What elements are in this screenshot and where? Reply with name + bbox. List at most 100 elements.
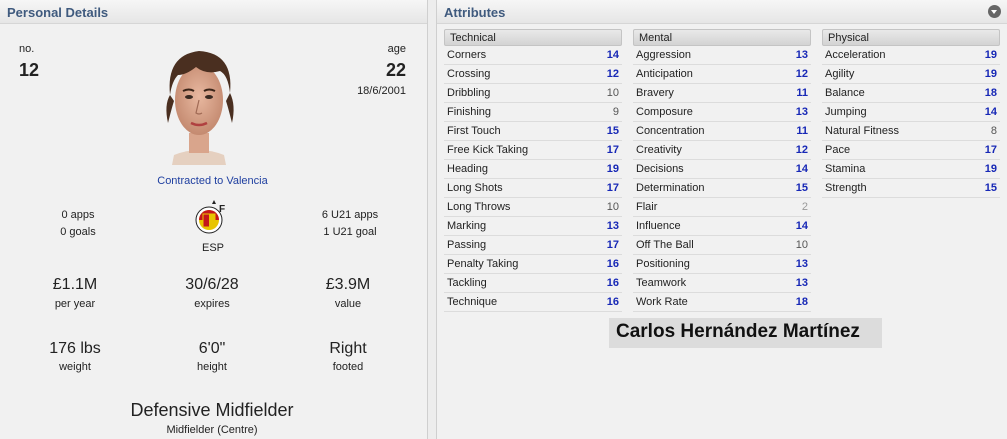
wage-label: per year xyxy=(54,298,96,310)
attribute-row[interactable]: Free Kick Taking 17 xyxy=(444,141,622,160)
attribute-row[interactable]: Influence 14 xyxy=(633,217,811,236)
attribute-name: Off The Ball xyxy=(636,239,694,251)
attribute-row[interactable]: Acceleration 19 xyxy=(822,46,1000,65)
attribute-name: Determination xyxy=(636,182,705,194)
attribute-row[interactable]: Heading 19 xyxy=(444,160,622,179)
age-label: age xyxy=(387,43,406,55)
position-detail: Midfielder (Centre) xyxy=(166,424,258,436)
attribute-value: 12 xyxy=(606,68,619,80)
preferred-foot-value: Right xyxy=(329,340,367,357)
attribute-name: Tackling xyxy=(447,277,487,289)
attribute-row[interactable]: Long Throws 10 xyxy=(444,198,622,217)
attribute-value: 15 xyxy=(984,182,997,194)
attribute-value: 13 xyxy=(606,220,619,232)
attribute-value: 12 xyxy=(795,68,808,80)
attribute-name: Strength xyxy=(825,182,867,194)
attribute-row[interactable]: Concentration 11 xyxy=(633,122,811,141)
attribute-row[interactable]: Stamina 19 xyxy=(822,160,1000,179)
attribute-row[interactable]: Agility 19 xyxy=(822,65,1000,84)
attribute-row[interactable]: Composure 13 xyxy=(633,103,811,122)
attribute-value: 18 xyxy=(984,87,997,99)
attribute-value: 13 xyxy=(795,106,808,118)
weight-label: weight xyxy=(59,361,91,373)
attribute-row[interactable]: Aggression 13 xyxy=(633,46,811,65)
panel-menu-dropdown-icon[interactable] xyxy=(988,5,1001,18)
attribute-value: 14 xyxy=(984,106,997,118)
physical-attributes: Physical Acceleration 19 Agility 19 Balance 1… xyxy=(822,29,1000,198)
mental-attributes: Mental Aggression 13 Anticipation 12 Bravery… xyxy=(633,29,811,312)
panel-title: Attributes xyxy=(444,5,506,20)
attribute-name: Positioning xyxy=(636,258,690,270)
attribute-row[interactable]: Teamwork 13 xyxy=(633,274,811,293)
national-team-badge-icon[interactable]: F xyxy=(192,200,234,242)
attribute-row[interactable]: Penalty Taking 16 xyxy=(444,255,622,274)
attribute-name: Teamwork xyxy=(636,277,687,289)
attribute-value: 13 xyxy=(795,277,808,289)
attribute-value: 16 xyxy=(606,258,619,270)
attribute-row[interactable]: Tackling 16 xyxy=(444,274,622,293)
contract-expiry-label: expires xyxy=(194,298,230,310)
attribute-row[interactable]: Crossing 12 xyxy=(444,65,622,84)
attribute-row[interactable]: Determination 15 xyxy=(633,179,811,198)
attribute-value: 17 xyxy=(984,144,997,156)
attribute-row[interactable]: Positioning 13 xyxy=(633,255,811,274)
attribute-row[interactable]: Bravery 11 xyxy=(633,84,811,103)
attribute-name: First Touch xyxy=(447,125,501,137)
u21-goals-count: 1 U21 goal xyxy=(323,226,377,238)
weight-value: 176 lbs xyxy=(49,340,101,357)
attribute-row[interactable]: Marking 13 xyxy=(444,217,622,236)
attribute-value: 14 xyxy=(795,163,808,175)
squad-number: 12 xyxy=(19,60,40,80)
number-label: no. xyxy=(19,43,35,55)
attribute-value: 12 xyxy=(795,144,808,156)
attribute-value: 16 xyxy=(606,296,619,308)
attribute-row[interactable]: Technique 16 xyxy=(444,293,622,312)
position-title: Defensive Midfielder xyxy=(130,400,294,420)
attribute-row[interactable]: Strength 15 xyxy=(822,179,1000,198)
attribute-row[interactable]: Creativity 12 xyxy=(633,141,811,160)
attribute-name: Technique xyxy=(447,296,498,308)
contract-link[interactable]: Contracted to Valencia xyxy=(120,175,305,187)
attribute-value: 18 xyxy=(795,296,808,308)
contract-expiry-value: 30/6/28 xyxy=(185,276,239,293)
attribute-value: 19 xyxy=(984,163,997,175)
panel-header: Attributes xyxy=(437,0,1007,24)
player-name: Carlos Hernández Martínez xyxy=(609,318,882,348)
attribute-row[interactable]: Passing 17 xyxy=(444,236,622,255)
wage-value: £1.1M xyxy=(52,276,98,293)
attribute-row[interactable]: Off The Ball 10 xyxy=(633,236,811,255)
attribute-row[interactable]: Natural Fitness 8 xyxy=(822,122,1000,141)
attribute-name: Flair xyxy=(636,201,658,213)
player-portrait xyxy=(166,51,234,165)
attribute-name: Bravery xyxy=(636,87,674,99)
attribute-row[interactable]: Jumping 14 xyxy=(822,103,1000,122)
attribute-value: 19 xyxy=(984,49,997,61)
attribute-value: 10 xyxy=(606,201,619,213)
technical-header[interactable]: Technical xyxy=(444,29,622,46)
attribute-value: 10 xyxy=(606,87,619,99)
attribute-name: Long Throws xyxy=(447,201,511,213)
attribute-row[interactable]: Work Rate 18 xyxy=(633,293,811,312)
attribute-row[interactable]: Dribbling 10 xyxy=(444,84,622,103)
attribute-value: 13 xyxy=(795,49,808,61)
attribute-value: 15 xyxy=(606,125,619,137)
attribute-row[interactable]: Anticipation 12 xyxy=(633,65,811,84)
attribute-value: 17 xyxy=(606,144,619,156)
attribute-name: Work Rate xyxy=(636,296,688,308)
attribute-row[interactable]: Finishing 9 xyxy=(444,103,622,122)
attribute-name: Crossing xyxy=(447,68,491,80)
attribute-value: 19 xyxy=(606,163,619,175)
mental-header[interactable]: Mental xyxy=(633,29,811,46)
attribute-value: 13 xyxy=(795,258,808,270)
attribute-row[interactable]: Flair 2 xyxy=(633,198,811,217)
attribute-row[interactable]: Pace 17 xyxy=(822,141,1000,160)
attribute-name: Marking xyxy=(447,220,487,232)
attribute-row[interactable]: First Touch 15 xyxy=(444,122,622,141)
attribute-row[interactable]: Corners 14 xyxy=(444,46,622,65)
attribute-value: 8 xyxy=(990,125,997,137)
age-value: 22 xyxy=(385,60,406,80)
attribute-row[interactable]: Decisions 14 xyxy=(633,160,811,179)
attribute-row[interactable]: Balance 18 xyxy=(822,84,1000,103)
physical-header[interactable]: Physical xyxy=(822,29,1000,46)
attribute-row[interactable]: Long Shots 17 xyxy=(444,179,622,198)
